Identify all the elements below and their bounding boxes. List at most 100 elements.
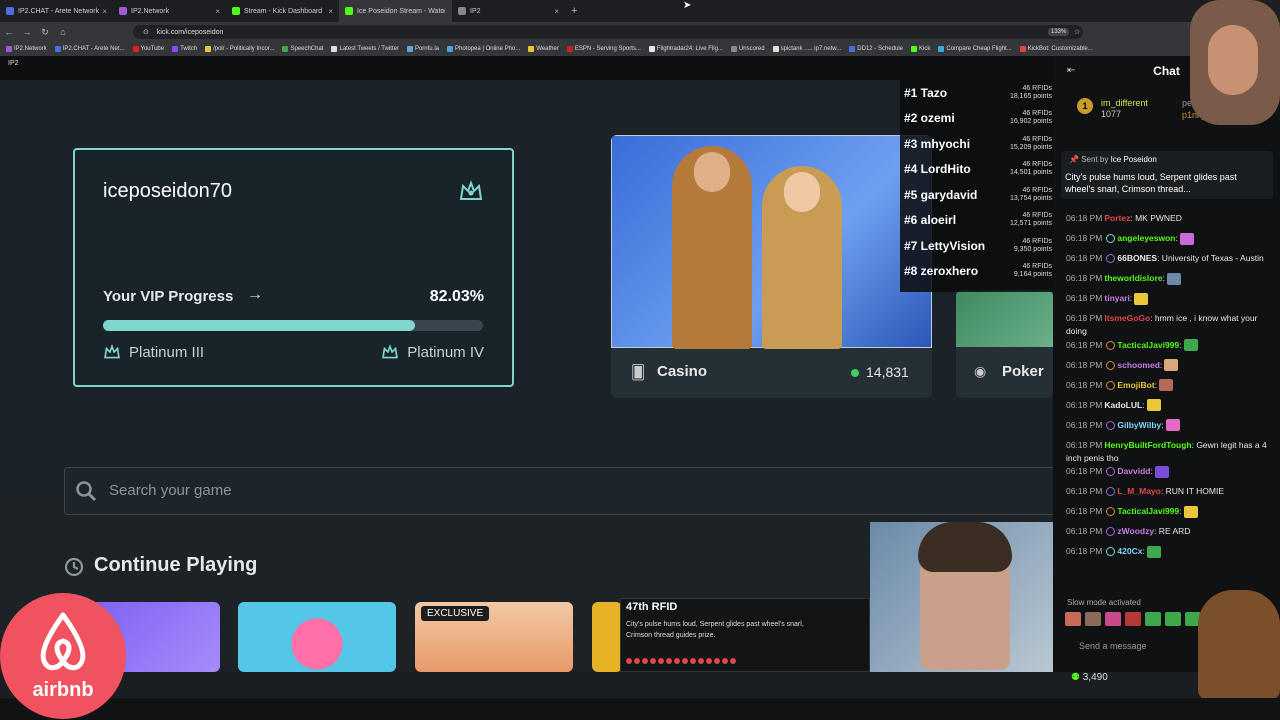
bookmark-item[interactable]: YouTube <box>132 46 164 52</box>
message-username[interactable]: Portez <box>1104 213 1130 223</box>
emote-button[interactable] <box>1065 612 1081 626</box>
bookmark-item[interactable]: /pol/ - Politically Incor... <box>205 46 274 52</box>
bookmark-star-icon[interactable]: ☆ <box>1074 28 1080 36</box>
bookmark-item[interactable]: Latest Tweets / Twitter <box>331 46 399 52</box>
close-tab-icon[interactable]: × <box>554 7 559 16</box>
bookmark-label: IP2.CHAT - Arete Net... <box>62 46 125 52</box>
user-badge-icon <box>1106 234 1116 244</box>
bookmarks-bar: IP2.Network IP2.CHAT - Arete Net... YouTub… <box>0 42 1280 56</box>
message-username[interactable]: schoomed <box>1117 360 1160 370</box>
message-username[interactable]: TacticalJavi999 <box>1117 506 1179 516</box>
message-username[interactable]: zWoodzy <box>1117 526 1154 536</box>
site-logo[interactable]: IP2 <box>8 60 19 67</box>
close-tab-icon[interactable]: × <box>215 7 220 16</box>
bookmark-item[interactable]: ESPN - Serving Sports... <box>566 46 641 52</box>
message-text: : <box>1159 359 1163 370</box>
message-username[interactable]: GilbyWilby <box>1117 420 1161 430</box>
viewer-count: ⚉ 3,490 <box>1071 672 1108 683</box>
bookmark-item[interactable]: Kick <box>911 46 930 52</box>
chat-message: 06:18 PM KadoLUL: <box>1066 399 1276 412</box>
reload-icon[interactable]: ↻ <box>36 27 54 38</box>
message-username[interactable]: 66BONES <box>1117 253 1157 263</box>
bookmark-favicon-icon <box>132 46 139 52</box>
gifter-username[interactable]: im_different <box>1101 98 1148 108</box>
bookmark-item[interactable]: Compare Cheap Flight... <box>938 46 1012 52</box>
message-username[interactable]: TacticalJavi999 <box>1117 340 1179 350</box>
bookmark-item[interactable]: SpeechChat <box>282 46 323 52</box>
leaderboard-stats: 46 RFIDs 14,501 points <box>1010 161 1053 177</box>
bookmark-favicon-icon <box>6 46 12 52</box>
chat-message-input[interactable]: Send a message <box>1067 636 1197 656</box>
game-thumbnail[interactable]: EXCLUSIVE <box>415 602 573 672</box>
emote-button[interactable] <box>1125 612 1141 626</box>
leaderboard-name: #3 mhyochi <box>904 136 971 151</box>
browser-tab[interactable]: Ice Poseidon Stream - Watc × <box>339 0 452 22</box>
new-tab-button[interactable]: + <box>571 5 577 17</box>
bookmark-label: Kick <box>919 46 931 52</box>
emote-button[interactable] <box>1145 612 1161 626</box>
game-thumbnail[interactable] <box>238 602 396 672</box>
message-username[interactable]: HenryBuiltFordTough <box>1104 440 1191 450</box>
message-username[interactable]: tinyari <box>1104 293 1130 303</box>
casino-category-card[interactable]: 🂠 Casino 14,831 <box>611 135 932 398</box>
search-placeholder: Search your game <box>109 482 232 499</box>
game-thumbnail[interactable] <box>592 602 622 672</box>
slow-mode-notice: Slow mode activated <box>1067 598 1141 607</box>
bookmark-item[interactable]: Unscored <box>730 46 765 52</box>
bookmark-item[interactable]: Photopea | Online Pho... <box>446 46 520 52</box>
leaderboard-row: #2 ozemi 46 RFIDs 16,902 points <box>904 106 1053 131</box>
browser-tab[interactable]: IP2.CHAT - Arete Network × <box>0 0 113 22</box>
close-tab-icon[interactable]: × <box>441 7 446 16</box>
message-username[interactable]: angeleyeswon <box>1117 233 1175 243</box>
home-icon[interactable]: ⌂ <box>54 27 72 37</box>
pinned-sender[interactable]: Ice Poseidon <box>1111 155 1157 164</box>
message-username[interactable]: KadoLUL <box>1104 400 1142 410</box>
bookmark-item[interactable]: Pornfu.la <box>406 46 439 52</box>
mouse-cursor-icon: ➤ <box>683 0 692 11</box>
game-search-input[interactable]: Search your game <box>64 467 1053 515</box>
poker-category-card[interactable]: ◉ Poker <box>956 290 1053 398</box>
message-username[interactable]: ItsmeGoGo <box>1104 313 1150 323</box>
vip-progress-label[interactable]: Your VIP Progress <box>103 288 233 305</box>
bookmark-item[interactable]: Flightradar24: Live Flig... <box>648 46 723 52</box>
bookmark-item[interactable]: Weather <box>528 46 559 52</box>
bookmark-item[interactable]: DD12 - Schedule <box>849 46 903 52</box>
leaderboard-stats: 46 RFIDs 9,164 points <box>1014 263 1053 279</box>
leaderboard-rfids: 46 RFIDs <box>1022 135 1052 143</box>
message-username[interactable]: Davvidd <box>1117 466 1150 476</box>
emote-button[interactable] <box>1165 612 1181 626</box>
message-username[interactable]: 420Cx <box>1117 546 1142 556</box>
bookmark-item[interactable]: IP2.Network <box>6 46 47 52</box>
message-text: : <box>1162 273 1165 283</box>
forward-icon[interactable]: → <box>18 27 36 37</box>
bookmark-item[interactable]: IP2.CHAT - Arete Net... <box>54 46 125 52</box>
browser-tab[interactable]: Stream - Kick Dashboard × <box>226 0 339 22</box>
bookmark-label: ESPN - Serving Sports... <box>574 46 641 52</box>
tab-label: Stream - Kick Dashboard <box>244 7 323 15</box>
bookmark-item[interactable]: spictank ..... ip7.netw... <box>772 46 841 52</box>
pin-icon: 📌 <box>1069 155 1079 164</box>
browser-tab[interactable]: IP2.Network × <box>113 0 226 22</box>
chat-message: 06:18 PM GilbyWilby: <box>1066 419 1276 432</box>
message-username[interactable]: L_M_Mayo <box>1117 486 1160 496</box>
back-icon[interactable]: ← <box>0 27 18 37</box>
message-username[interactable]: EmojiBot <box>1117 380 1154 390</box>
message-username[interactable]: theworldislore <box>1104 273 1162 283</box>
bookmark-item[interactable]: Twitch <box>172 46 197 52</box>
vip-progress-card[interactable]: iceposeidon70 Your VIP Progress → 82.03%… <box>73 148 514 387</box>
arrow-right-icon[interactable]: → <box>247 286 263 304</box>
close-tab-icon[interactable]: × <box>102 7 107 16</box>
pinned-message[interactable]: 📌 Sent by Ice Poseidon City's pulse hums… <box>1061 151 1273 199</box>
browser-tab[interactable]: IP2 × <box>452 0 565 22</box>
url-field[interactable]: ⊙ kick.com/iceposeidon <box>133 25 1083 39</box>
leaderboard-stats: 46 RFIDs 15,209 points <box>1010 136 1053 152</box>
site-info-icon[interactable]: ⊙ <box>143 28 149 36</box>
chat-emote <box>1146 545 1161 558</box>
close-tab-icon[interactable]: × <box>328 7 333 16</box>
emote-button[interactable] <box>1085 612 1101 626</box>
bookmark-item[interactable]: KickBot: Customizable... <box>1019 46 1093 52</box>
rfid-leaderboard-overlay: #1 Tazo 46 RFIDs 18,165 points #2 ozemi 46 R… <box>900 80 1053 292</box>
zoom-badge[interactable]: 133% <box>1048 28 1070 36</box>
emote-button[interactable] <box>1105 612 1121 626</box>
cards-icon: 🂠 <box>631 364 646 380</box>
